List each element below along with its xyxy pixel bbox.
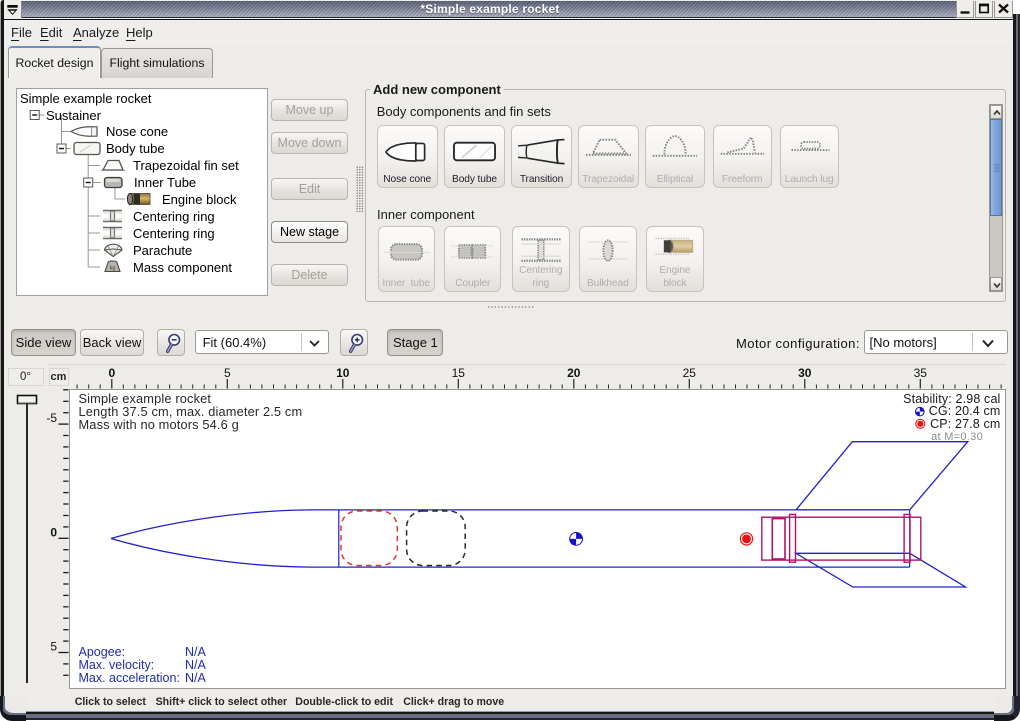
svg-text:20: 20: [567, 366, 581, 380]
svg-text:25: 25: [683, 366, 697, 380]
svg-text:0: 0: [108, 366, 115, 380]
svg-text:10: 10: [336, 366, 350, 380]
svg-text:30: 30: [798, 366, 812, 380]
svg-text:5: 5: [224, 366, 231, 380]
svg-text:0: 0: [50, 525, 57, 539]
svg-text:15: 15: [452, 366, 466, 380]
svg-text:35: 35: [914, 366, 928, 380]
svg-text:5: 5: [50, 640, 57, 654]
svg-text:-5: -5: [46, 411, 57, 425]
